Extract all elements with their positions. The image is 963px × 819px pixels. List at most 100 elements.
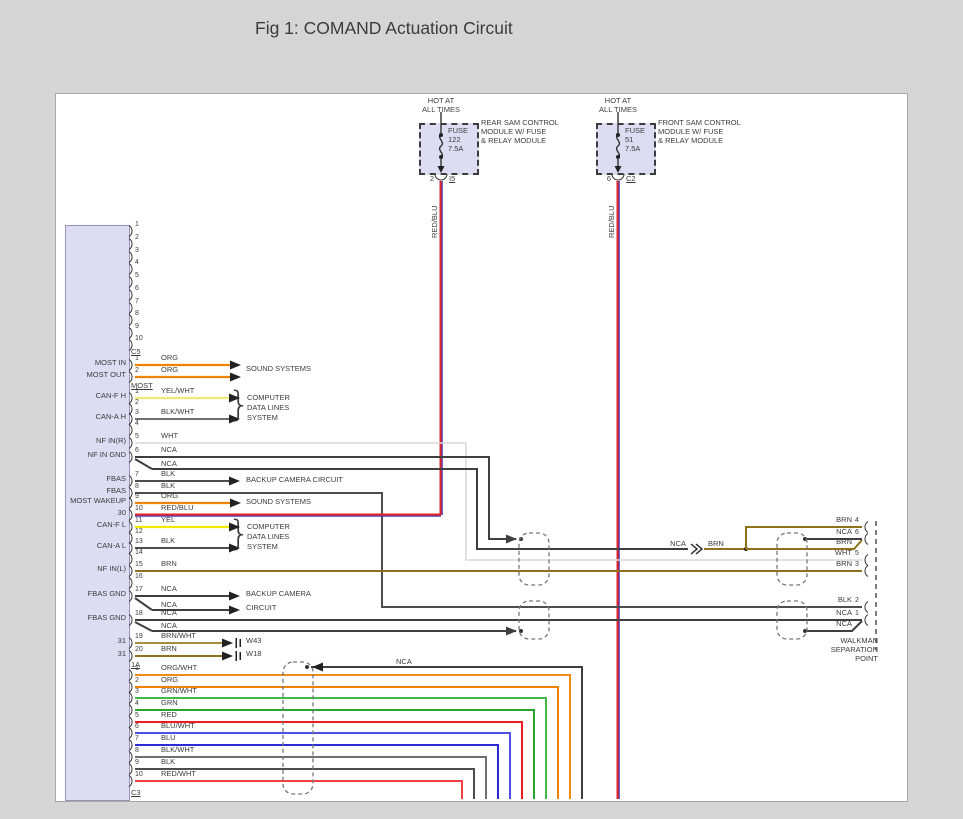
c3-harness-wire <box>135 781 462 799</box>
arrowhead-right <box>506 535 517 544</box>
pin-bracket <box>129 705 132 716</box>
wht-wire-nf-in-r <box>135 443 862 560</box>
signal-label: FBAS GND <box>16 590 126 599</box>
wire-color-label: YEL <box>161 516 175 525</box>
signal-label: NF IN GND <box>16 451 126 460</box>
pin-number: 5 <box>135 712 139 720</box>
pin-bracket <box>865 615 868 626</box>
wire-color-label: NCA <box>796 609 852 618</box>
pin-bracket <box>865 566 868 577</box>
wire-color-label: BRN <box>796 560 852 569</box>
wire-color-label: BRN <box>796 516 852 525</box>
pin-bracket <box>865 534 868 545</box>
wiring-canvas <box>0 0 963 819</box>
signal-label: NF IN(R) <box>16 437 126 446</box>
wire-color-label: NCA <box>161 622 177 631</box>
pin-number: 19 <box>135 633 143 641</box>
wire-color-label: BRN <box>161 645 177 654</box>
pin-bracket <box>129 682 132 693</box>
signal-label: 31 <box>16 637 126 646</box>
c3-harness-wire <box>135 687 558 799</box>
pin-number: 7 <box>135 298 139 306</box>
pin-number: 3 <box>135 409 139 417</box>
arrowhead-right <box>229 394 240 403</box>
inline-connector-chevrons <box>691 544 702 554</box>
inline-connector-dashed <box>283 662 313 794</box>
ground-bar <box>240 639 242 647</box>
pin-number: 9 <box>135 323 139 331</box>
page-background: Fig 1: COMAND Actuation Circuit HOT AT A… <box>0 0 963 819</box>
pin-bracket <box>129 414 132 425</box>
pin-number: 3 <box>135 247 139 255</box>
arrowhead-down <box>615 166 622 173</box>
pin-bracket <box>129 303 132 314</box>
wire-color-label: BLK/WHT <box>161 408 194 417</box>
pin-number: 10 <box>135 771 143 779</box>
pin-number: 7 <box>135 735 139 743</box>
pin-number: 2 <box>135 234 139 242</box>
wire-color-label: NCA <box>161 609 177 618</box>
pin-number: 8 <box>135 483 139 491</box>
pin-number: 18 <box>135 610 143 618</box>
pin-number: 6 <box>135 447 139 455</box>
wire-color-label: BLU <box>161 734 176 743</box>
wire-color-label: NCA <box>161 601 177 610</box>
arrowhead-right <box>229 592 240 601</box>
fuse-pin-bracket <box>612 174 624 180</box>
junction-dot <box>305 665 309 669</box>
pin-number: 3 <box>855 561 859 569</box>
arrowhead-right <box>506 627 517 636</box>
pin-bracket <box>129 543 132 554</box>
junction-dot <box>439 133 443 137</box>
pin-bracket <box>129 510 132 521</box>
wire-color-label: BRN <box>161 560 177 569</box>
pin-number: 8 <box>135 310 139 318</box>
pin-number: 6 <box>135 723 139 731</box>
wire-color-label: BLK <box>161 470 175 479</box>
connector-section-label: C3 <box>131 789 141 798</box>
wire-color-label: YEL/WHT <box>161 387 194 396</box>
arrowhead-right <box>230 361 241 370</box>
pin-number: 1 <box>135 388 139 396</box>
arrowhead-right <box>229 544 240 553</box>
pin-bracket <box>129 488 132 499</box>
pin-bracket <box>129 264 132 275</box>
arrowhead-right <box>229 523 240 532</box>
wire-color-label: RED/WHT <box>161 770 196 779</box>
pin-bracket <box>129 554 132 565</box>
signal-label: 30 <box>16 509 126 518</box>
pin-number: 4 <box>135 700 139 708</box>
signal-label: CAN-A L <box>16 542 126 551</box>
pin-bracket <box>129 717 132 728</box>
wire-color-label: BLK <box>161 758 175 767</box>
pin-bracket <box>129 438 132 449</box>
ground-bar <box>236 638 238 648</box>
pin-number: 11 <box>135 517 142 525</box>
junction-dot <box>616 133 620 137</box>
wire-color-label: BLU/WHT <box>161 722 195 731</box>
wire-color-label: BLK <box>161 537 175 546</box>
signal-label: FBAS <box>16 475 126 484</box>
arrowhead-right <box>229 415 240 424</box>
wire-color-label: WHT <box>796 549 852 558</box>
pin-bracket <box>129 693 132 704</box>
wire-color-label: ORG/WHT <box>161 664 197 673</box>
signal-label: CAN-A H <box>16 413 126 422</box>
signal-label: MOST WAKEUP <box>16 497 126 506</box>
nca-split-diagonal <box>135 622 152 631</box>
wire-color-label: NCA <box>161 446 177 455</box>
fuse-element <box>617 134 620 158</box>
pin-number: 1 <box>135 665 139 673</box>
pin-number: 1 <box>135 355 139 363</box>
fuse-element <box>440 134 443 158</box>
pin-number: 20 <box>135 646 143 654</box>
wire-color-label: ORG <box>161 676 178 685</box>
pin-number: 16 <box>135 573 143 581</box>
pin-number: 9 <box>135 759 139 767</box>
wire-color-label: RED <box>161 711 177 720</box>
ground-ref-label: W18 <box>246 650 261 659</box>
pin-bracket <box>129 425 132 436</box>
ground-bar <box>240 652 242 660</box>
pin-number: 1 <box>855 610 859 618</box>
pin-bracket <box>129 239 132 250</box>
